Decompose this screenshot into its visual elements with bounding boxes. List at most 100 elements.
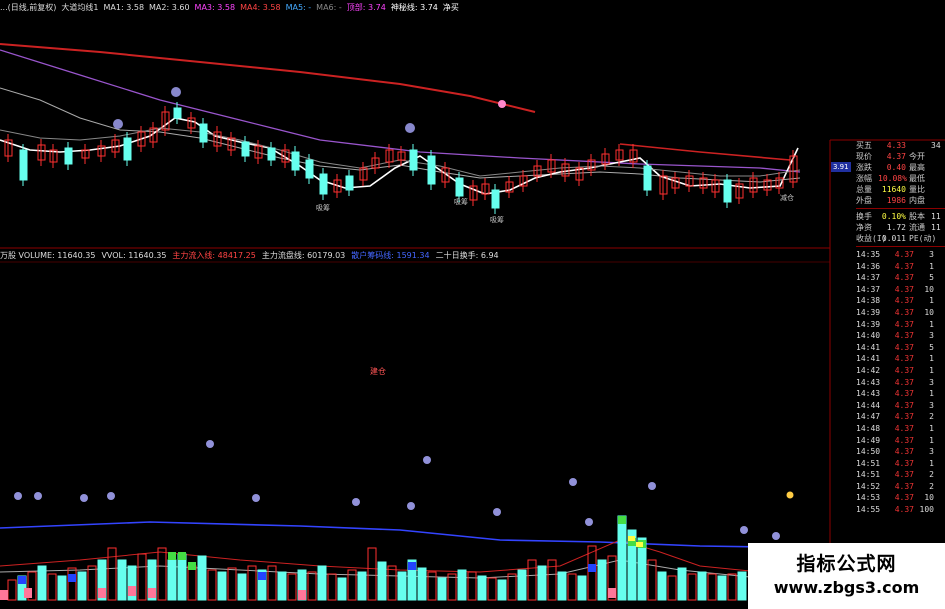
quote-v2: 11 bbox=[931, 212, 941, 221]
volume-signal-dot bbox=[407, 502, 415, 510]
quote-row: 净资 1.72 流通 11 bbox=[856, 222, 945, 233]
tick-row[interactable]: 14:37 4.37 10 bbox=[856, 284, 945, 296]
ma-grey-line bbox=[0, 87, 801, 183]
candle-body bbox=[19, 149, 28, 181]
volume-signal-dot bbox=[493, 508, 501, 516]
signal-dot bbox=[113, 119, 123, 129]
tick-row[interactable]: 14:40 4.37 3 bbox=[856, 330, 945, 342]
volume-header-item: 二十日换手: 6.94 bbox=[435, 251, 499, 260]
tick-row[interactable]: 14:43 4.37 1 bbox=[856, 388, 945, 400]
candle-body bbox=[123, 137, 132, 161]
tick-vo: 2 bbox=[929, 470, 934, 480]
quote-k2: PE(动) bbox=[909, 234, 937, 243]
volume-signal-dot bbox=[352, 498, 360, 506]
tick-row[interactable]: 14:35 4.37 3 bbox=[856, 249, 945, 261]
quote-k: 净资 bbox=[856, 223, 872, 232]
volume-bar bbox=[47, 573, 57, 601]
tick-row[interactable]: 14:42 4.37 1 bbox=[856, 365, 945, 377]
volume-bar bbox=[137, 553, 147, 601]
tick-row[interactable]: 14:43 4.37 3 bbox=[856, 377, 945, 389]
tick-row[interactable]: 14:39 4.37 10 bbox=[856, 307, 945, 319]
candle-body bbox=[345, 175, 354, 191]
tick-row[interactable]: 14:52 4.37 2 bbox=[856, 481, 945, 493]
tick-vo: 1 bbox=[929, 458, 934, 468]
tick-row[interactable]: 14:50 4.37 3 bbox=[856, 446, 945, 458]
tick-row[interactable]: 14:51 4.37 2 bbox=[856, 469, 945, 481]
kline-tag: 吸筹 bbox=[316, 203, 330, 212]
volume-header-item: 主力流盘线: 60179.03 bbox=[261, 251, 346, 260]
tick-row[interactable]: 14:41 4.37 5 bbox=[856, 342, 945, 354]
tick-row[interactable]: 14:55 4.37 100 bbox=[856, 504, 945, 516]
tick-tm: 14:39 bbox=[856, 307, 881, 317]
volume-signal-dot bbox=[14, 492, 22, 500]
tick-row[interactable]: 14:44 4.37 3 bbox=[856, 400, 945, 412]
quote-v2: 11 bbox=[931, 223, 941, 232]
volume-bar bbox=[477, 575, 487, 601]
volume-bar bbox=[357, 571, 367, 601]
quote-row: 外盘 1986 内盘 bbox=[856, 195, 945, 206]
volume-header-item: VVOL: 11640.35 bbox=[101, 251, 167, 260]
candle-body bbox=[291, 151, 300, 171]
volume-highlight-bar bbox=[168, 552, 176, 560]
tick-tm: 14:43 bbox=[856, 389, 881, 399]
tick-pr: 4.37 bbox=[894, 342, 914, 352]
tick-vo: 1 bbox=[929, 319, 934, 329]
volume-bar bbox=[447, 573, 457, 601]
ma-long-line bbox=[0, 43, 536, 113]
volume-bar bbox=[617, 515, 627, 601]
quote-v2 bbox=[931, 151, 943, 162]
quote-row: 涨跌 0.40 最高 bbox=[856, 162, 945, 173]
tick-tm: 14:35 bbox=[856, 250, 881, 259]
volume-signal-dot bbox=[107, 492, 115, 500]
volume-highlight-bar bbox=[636, 542, 643, 547]
chart-canvas[interactable]: 吸筹吸筹吸筹减仓建仓 bbox=[0, 0, 945, 609]
candle-body bbox=[241, 141, 250, 157]
tick-row[interactable]: 14:41 4.37 1 bbox=[856, 353, 945, 365]
tick-tm: 14:44 bbox=[856, 400, 881, 410]
volume-bar bbox=[467, 571, 477, 601]
volume-highlight-bar bbox=[18, 576, 26, 584]
volume-bar bbox=[417, 567, 427, 601]
volume-bar bbox=[437, 577, 447, 601]
volume-bar bbox=[497, 579, 507, 601]
volume-signal-dot bbox=[80, 494, 88, 502]
volume-ma-blue bbox=[0, 521, 831, 549]
tick-row[interactable]: 14:37 4.37 5 bbox=[856, 272, 945, 284]
tick-vo: 5 bbox=[929, 273, 934, 283]
tick-pr: 4.37 bbox=[894, 331, 914, 341]
quote-k: 收益(I) bbox=[856, 234, 887, 243]
quote-k2: 流通 bbox=[909, 223, 925, 232]
tick-pr: 4.37 bbox=[894, 458, 914, 468]
tick-row[interactable]: 14:53 4.37 10 bbox=[856, 492, 945, 504]
tick-vo: 1 bbox=[929, 261, 934, 271]
volume-bar bbox=[207, 569, 217, 601]
tick-pr: 4.37 bbox=[894, 481, 914, 491]
candle-body bbox=[199, 123, 208, 143]
tick-vo: 2 bbox=[929, 412, 934, 422]
volume-header-item: 散户筹码线: 1591.34 bbox=[351, 251, 430, 260]
volume-pink-bar bbox=[24, 588, 32, 598]
tick-list[interactable]: 14:35 4.37 3 14:36 4.37 1 14:37 4.37 5 14:37 4.37 1… bbox=[856, 249, 945, 516]
tick-row[interactable]: 14:48 4.37 1 bbox=[856, 423, 945, 435]
tick-tm: 14:49 bbox=[856, 435, 881, 445]
tick-tm: 14:43 bbox=[856, 377, 881, 387]
tick-vo: 3 bbox=[929, 377, 934, 387]
tick-pr: 4.37 bbox=[894, 250, 914, 259]
tick-row[interactable]: 14:36 4.37 1 bbox=[856, 261, 945, 273]
tick-tm: 14:48 bbox=[856, 423, 881, 433]
tick-vo: 3 bbox=[929, 400, 934, 410]
quote-v2 bbox=[931, 233, 943, 244]
tick-tm: 14:47 bbox=[856, 412, 881, 422]
tick-row[interactable]: 14:38 4.37 1 bbox=[856, 295, 945, 307]
volume-highlight-bar bbox=[588, 564, 596, 572]
tick-row[interactable]: 14:47 4.37 2 bbox=[856, 411, 945, 423]
tick-pr: 4.37 bbox=[894, 296, 914, 306]
tick-tm: 14:41 bbox=[856, 354, 881, 364]
tick-row[interactable]: 14:39 4.37 1 bbox=[856, 319, 945, 331]
volume-bar bbox=[567, 573, 577, 601]
tick-tm: 14:52 bbox=[856, 481, 881, 491]
candle-body bbox=[455, 177, 464, 197]
tick-vo: 3 bbox=[929, 447, 934, 457]
tick-row[interactable]: 14:49 4.37 1 bbox=[856, 435, 945, 447]
tick-row[interactable]: 14:51 4.37 1 bbox=[856, 458, 945, 470]
